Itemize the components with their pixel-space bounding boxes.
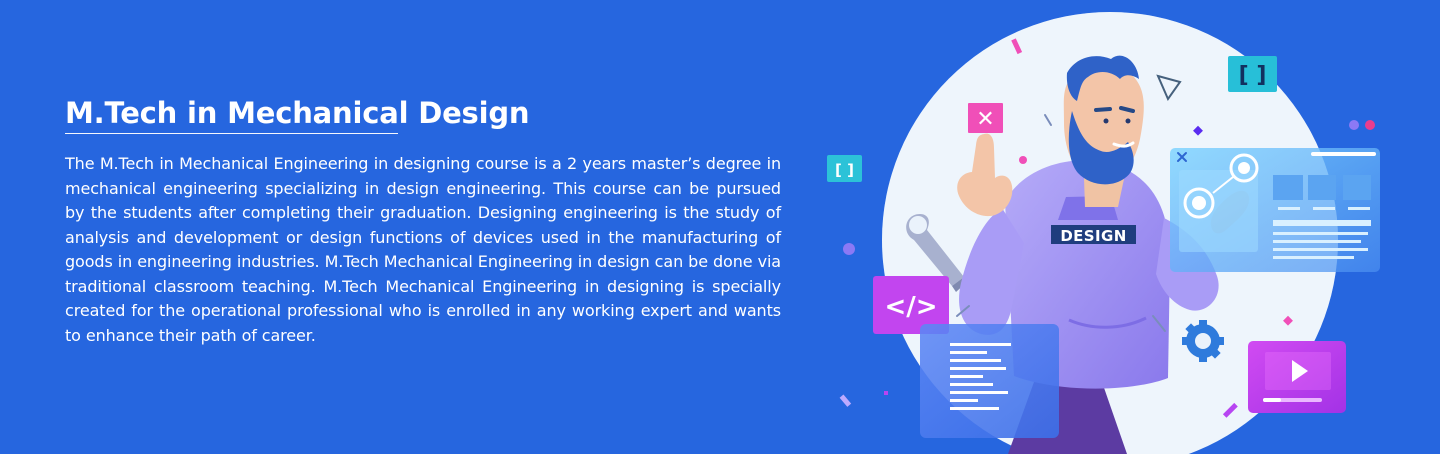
designer-eyebrow-left: [1094, 107, 1112, 112]
svg-text:✕: ✕: [976, 107, 994, 132]
designer-illustration-svg: [ ] [ ] ✕ DESIGN </>: [827, 12, 1380, 454]
code-document-panel: [920, 324, 1059, 438]
bracket-icon-small: [ ]: [835, 161, 854, 179]
designer-eye-right: [1125, 118, 1131, 124]
course-description: The M.Tech in Mechanical Engineering in …: [65, 154, 781, 345]
confetti-rose-dot-right: [1365, 120, 1375, 130]
confetti-purple-bottom-small: [884, 391, 888, 395]
bracket-icon-large: [ ]: [1239, 63, 1267, 88]
confetti-pink-dot: [1019, 156, 1027, 164]
page-title: M.Tech in Mechanical Design: [65, 96, 530, 130]
designer-eye-left: [1103, 118, 1109, 124]
close-icon: ✕: [968, 103, 1003, 133]
title-underline: [65, 133, 398, 134]
design-illustration: [ ] [ ] ✕ DESIGN </>: [820, 0, 1440, 454]
shirt-label: DESIGN: [1060, 227, 1126, 245]
confetti-lavender-dot-right: [1349, 120, 1359, 130]
svg-text:</>: </>: [884, 292, 937, 322]
ui-panel-card: [1170, 148, 1380, 272]
hero-content: M.Tech in Mechanical Design The M.Tech i…: [65, 94, 781, 348]
play-icon: [1248, 341, 1346, 413]
hero-banner: M.Tech in Mechanical Design The M.Tech i…: [0, 0, 1440, 454]
confetti-lavender-bottom: [839, 394, 852, 407]
confetti-lavender-dot: [843, 243, 855, 255]
